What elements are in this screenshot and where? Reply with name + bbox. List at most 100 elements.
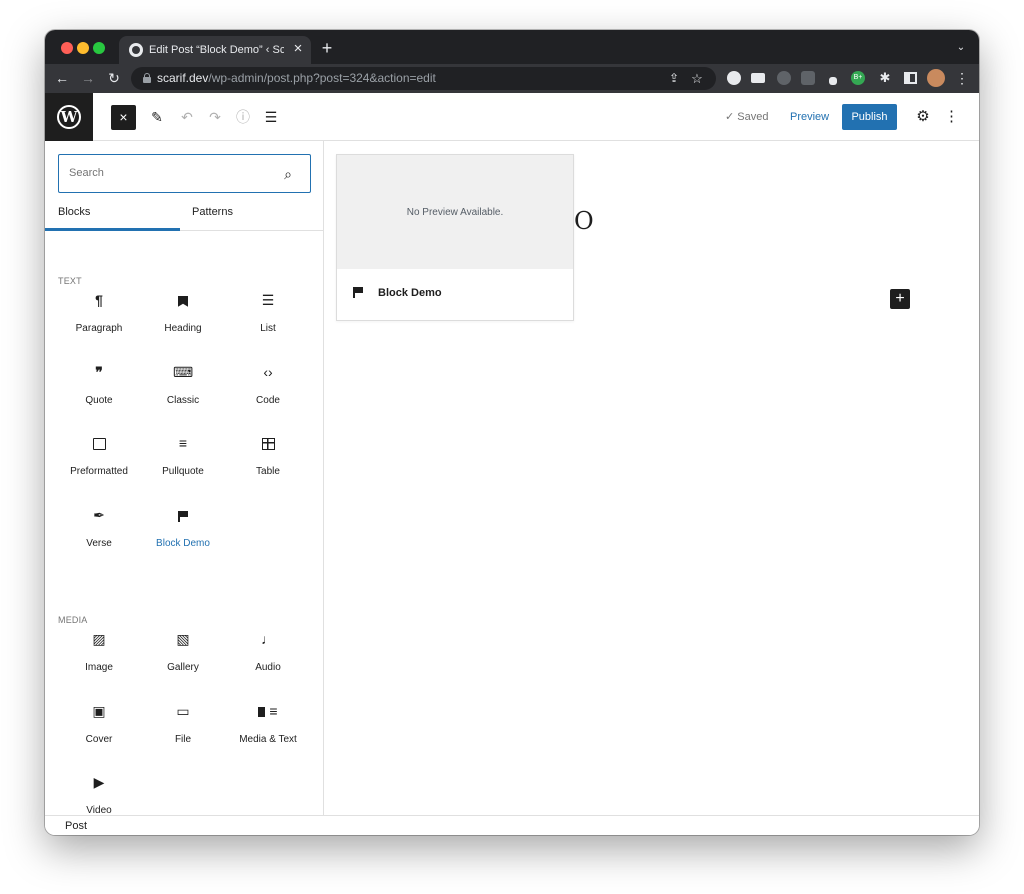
block-preview-popover: No Preview Available. Block Demo: [336, 154, 574, 321]
editor-header: W × ✎ ↶ ↷ ⓘ ☰ ✓ Saved Preview Publish ⚙ …: [45, 93, 979, 141]
post-title-fragment: O: [574, 207, 594, 235]
back-button[interactable]: ←: [53, 69, 71, 87]
block-heading[interactable]: Heading: [141, 284, 225, 350]
image-icon: ▨: [92, 631, 106, 647]
block-media-text[interactable]: ≡ Media & Text: [226, 695, 310, 761]
block-pullquote[interactable]: ≡ Pullquote: [141, 427, 225, 493]
block-label: Video: [86, 805, 112, 815]
publish-button[interactable]: Publish: [842, 104, 897, 130]
extension-icon[interactable]: [727, 71, 741, 85]
more-options-icon[interactable]: ⋮: [944, 107, 959, 127]
block-label: List: [260, 323, 276, 334]
pencil-icon[interactable]: ✎: [147, 107, 167, 127]
flag-icon: [353, 286, 367, 300]
search-icon[interactable]: ⌕: [279, 165, 297, 183]
info-icon[interactable]: ⓘ: [233, 107, 253, 127]
pullquote-icon: ≡: [178, 435, 188, 451]
block-file[interactable]: ▭ File: [141, 695, 225, 761]
block-label: Verse: [86, 538, 112, 549]
reload-button[interactable]: ↻: [105, 69, 123, 87]
extensions-puzzle-icon[interactable]: ✱: [877, 69, 893, 87]
block-video[interactable]: ▶ Video: [57, 766, 141, 815]
extension-icon[interactable]: [751, 73, 765, 83]
add-block-button[interactable]: +: [890, 289, 910, 309]
preview-button[interactable]: Preview: [790, 110, 829, 124]
block-audio[interactable]: ♩ Audio: [226, 623, 310, 689]
cover-icon: ▣: [92, 703, 106, 719]
block-cover[interactable]: ▣ Cover: [57, 695, 141, 761]
undo-icon[interactable]: ↶: [177, 107, 197, 127]
block-gallery[interactable]: ▧ Gallery: [141, 623, 225, 689]
block-label: Cover: [85, 734, 113, 745]
block-table[interactable]: Table: [226, 427, 310, 493]
verse-feather-icon: ✒: [93, 507, 105, 523]
quote-icon: ❞: [95, 364, 103, 380]
audio-note-icon: ♩: [261, 631, 275, 647]
block-list[interactable]: ☰ List: [226, 284, 310, 350]
folder-icon: ▭: [176, 703, 190, 719]
bookmark-star-icon[interactable]: ☆: [689, 70, 705, 87]
extension-icon[interactable]: [801, 71, 815, 85]
extension-icon[interactable]: [777, 71, 791, 85]
breadcrumb-post[interactable]: Post: [65, 819, 87, 833]
code-icon: ‹›: [263, 364, 273, 380]
paragraph-icon: ¶: [95, 292, 103, 308]
block-label: Pullquote: [162, 466, 204, 477]
lock-icon[interactable]: [143, 73, 151, 83]
browser-tab[interactable]: Edit Post “Block Demo” ‹ Scarif ×: [119, 36, 311, 64]
browser-toolbar: ← → ↻ scarif.dev/wp-admin/post.php?post=…: [45, 64, 979, 93]
close-inserter-button[interactable]: ×: [111, 105, 136, 130]
tab-patterns[interactable]: Patterns: [180, 199, 323, 231]
preview-block-title: Block Demo: [378, 287, 442, 299]
maximize-window-button[interactable]: [93, 42, 105, 54]
browser-menu-icon[interactable]: ⋮: [955, 69, 969, 87]
tab-close-button[interactable]: ×: [289, 40, 307, 58]
block-quote[interactable]: ❞ Quote: [57, 356, 141, 422]
redo-icon[interactable]: ↷: [205, 107, 225, 127]
share-icon[interactable]: ⇪: [666, 70, 682, 87]
block-image[interactable]: ▨ Image: [57, 623, 141, 689]
tab-title: Edit Post “Block Demo” ‹ Scarif: [149, 44, 284, 56]
editor-footer: Post: [45, 815, 979, 835]
minimize-window-button[interactable]: [77, 42, 89, 54]
table-icon: [258, 433, 278, 453]
block-label: Heading: [164, 323, 202, 334]
extension-badge-icon[interactable]: B+: [851, 71, 865, 85]
block-label: Audio: [255, 662, 281, 673]
search-box: ⌕: [58, 154, 311, 193]
profile-avatar[interactable]: [927, 69, 945, 87]
close-window-button[interactable]: [61, 42, 73, 54]
video-icon: ▶: [93, 774, 105, 790]
tab-blocks[interactable]: Blocks: [45, 199, 180, 231]
inserter-tabs: Blocks Patterns: [45, 199, 323, 231]
heading-icon: [173, 290, 193, 310]
forward-button[interactable]: →: [79, 69, 97, 87]
new-tab-button[interactable]: +: [317, 38, 337, 58]
side-panel-icon[interactable]: [904, 72, 917, 84]
block-preformatted[interactable]: Preformatted: [57, 427, 141, 493]
block-preview-area: No Preview Available.: [337, 155, 573, 269]
editor-canvas[interactable]: O No Preview Available. Block Demo +: [324, 141, 979, 815]
tab-search-button[interactable]: ⌄: [953, 40, 969, 56]
list-view-icon[interactable]: ☰: [261, 107, 281, 127]
extension-icon[interactable]: [829, 77, 837, 85]
block-block-demo[interactable]: Block Demo: [141, 499, 225, 565]
block-classic[interactable]: ⌨ Classic: [141, 356, 225, 422]
wordpress-logo-button[interactable]: W: [45, 93, 93, 141]
gear-icon[interactable]: ⚙: [913, 107, 933, 127]
gallery-icon: ▧: [176, 631, 190, 647]
flag-icon: [173, 505, 193, 525]
wordpress-icon: W: [57, 105, 81, 129]
block-label: Image: [85, 662, 113, 673]
block-label: Quote: [85, 395, 113, 406]
address-bar[interactable]: scarif.dev/wp-admin/post.php?post=324&ac…: [131, 67, 716, 90]
block-code[interactable]: ‹› Code: [226, 356, 310, 422]
block-paragraph[interactable]: ¶ Paragraph: [57, 284, 141, 350]
search-input[interactable]: [69, 165, 269, 181]
preformatted-icon: [89, 433, 109, 453]
block-label: File: [174, 734, 192, 745]
block-verse[interactable]: ✒ Verse: [57, 499, 141, 565]
block-label: Paragraph: [75, 323, 123, 334]
saved-status: ✓ Saved: [725, 111, 769, 123]
url-text[interactable]: scarif.dev/wp-admin/post.php?post=324&ac…: [157, 71, 436, 86]
